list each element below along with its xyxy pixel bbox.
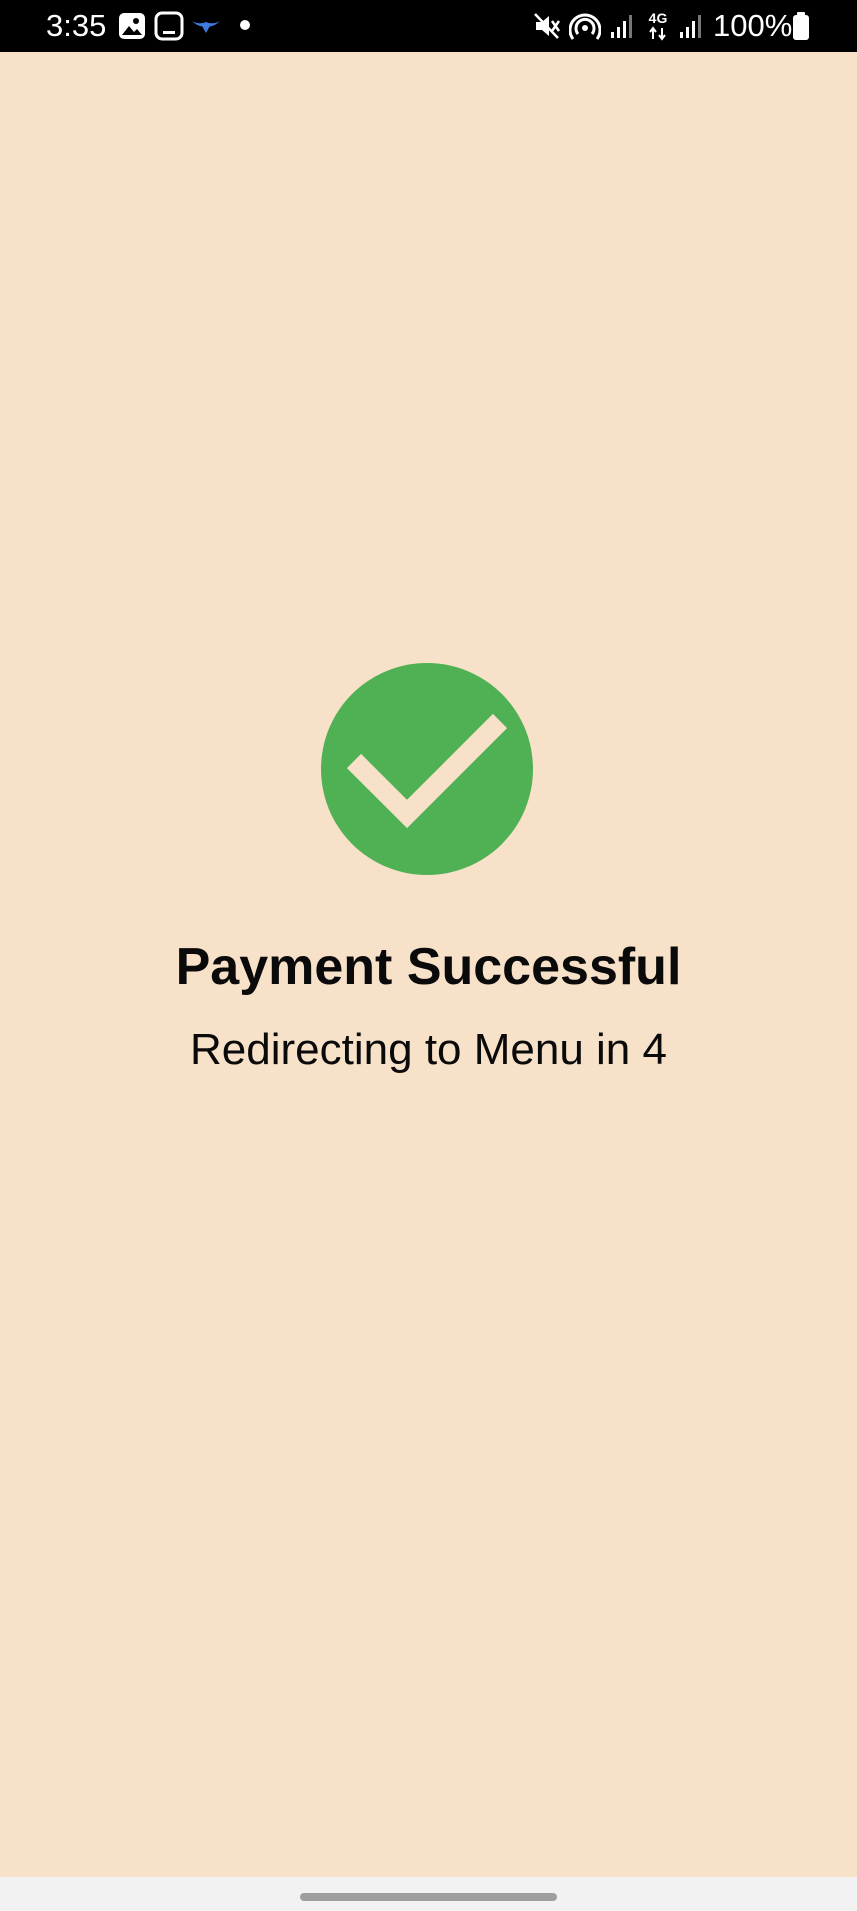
home-gesture-handle[interactable] bbox=[300, 1893, 557, 1901]
battery-icon bbox=[793, 12, 809, 40]
mute-icon bbox=[534, 13, 561, 39]
redirect-message: Redirecting to Menu in 4 bbox=[190, 1025, 667, 1074]
check-circle-icon bbox=[320, 662, 534, 876]
bird-app-icon bbox=[192, 21, 220, 33]
4g-icon: 4G bbox=[649, 10, 668, 41]
dot-icon bbox=[240, 20, 250, 30]
signal-icon bbox=[680, 15, 701, 38]
signal-icon bbox=[611, 15, 632, 38]
status-time: 3:35 bbox=[46, 8, 107, 43]
network-type-label: 4G bbox=[649, 10, 668, 26]
payment-success-title: Payment Successful bbox=[175, 938, 682, 996]
gallery-icon bbox=[119, 13, 145, 39]
navigation-bar bbox=[0, 1877, 857, 1911]
battery-percentage: 100% bbox=[713, 8, 793, 43]
screenshot-icon bbox=[154, 11, 184, 41]
hotspot-icon bbox=[569, 13, 601, 40]
status-bar: 3:35 4G 100% bbox=[0, 0, 857, 52]
